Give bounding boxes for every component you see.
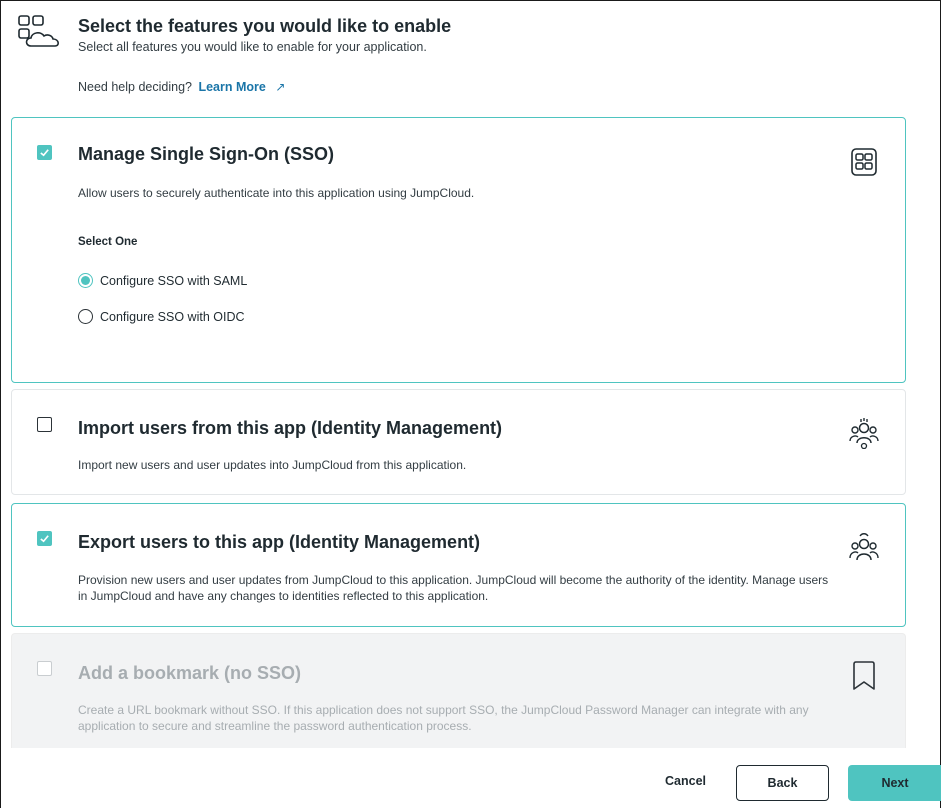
grid-apps-icon [851,148,877,176]
help-line: Need help deciding? Learn More ↗ [78,80,285,94]
bookmark-title: Add a bookmark (no SSO) [78,663,302,683]
import-description: Import new users and user updates into J… [78,458,467,472]
feature-card-sso[interactable]: Manage Single Sign-On (SSO) Allow users … [11,117,906,383]
cancel-button[interactable]: Cancel [665,774,706,788]
radio-saml-label: Configure SSO with SAML [100,273,248,288]
users-export-icon [849,533,879,561]
export-checkbox[interactable] [37,531,52,546]
import-title: Import users from this app (Identity Man… [78,418,503,438]
page-title: Select the features you would like to en… [78,16,452,36]
select-one-label: Select One [78,236,138,248]
radio-oidc-control[interactable] [78,309,93,324]
back-button[interactable]: Back [736,765,829,801]
radio-saml[interactable]: Configure SSO with SAML [78,273,247,288]
export-title: Export users to this app (Identity Manag… [78,532,481,552]
help-text: Need help deciding? [78,80,192,94]
dialog-footer: Cancel Back Next [0,748,941,808]
bookmark-icon [853,661,875,690]
radio-oidc[interactable]: Configure SSO with OIDC [78,309,245,324]
page-header: Select the features you would like to en… [17,14,919,114]
external-link-icon: ↗ [275,80,286,94]
bookmark-description: Create a URL bookmark without SSO. If th… [78,703,809,733]
features-scroll-area[interactable]: Select the features you would like to en… [0,0,939,748]
feature-card-import[interactable]: Import users from this app (Identity Man… [11,389,906,495]
feature-card-bookmark: Add a bookmark (no SSO) Create a URL boo… [11,633,906,748]
sso-checkbox[interactable] [37,145,52,160]
bookmark-checkbox [37,661,52,676]
feature-card-export[interactable]: Export users to this app (Identity Manag… [11,503,906,627]
next-button[interactable]: Next [848,765,941,801]
radio-saml-control[interactable] [78,273,93,288]
learn-more-link[interactable]: Learn More [198,80,265,94]
sso-description: Allow users to securely authenticate int… [78,186,475,200]
export-description: Provision new users and user updates fro… [78,573,829,603]
import-checkbox[interactable] [37,417,52,432]
users-import-icon [849,418,879,449]
sso-title: Manage Single Sign-On (SSO) [78,144,335,164]
apps-cloud-icon [18,15,59,47]
page-subtitle: Select all features you would like to en… [78,40,427,54]
radio-oidc-label: Configure SSO with OIDC [100,309,245,324]
